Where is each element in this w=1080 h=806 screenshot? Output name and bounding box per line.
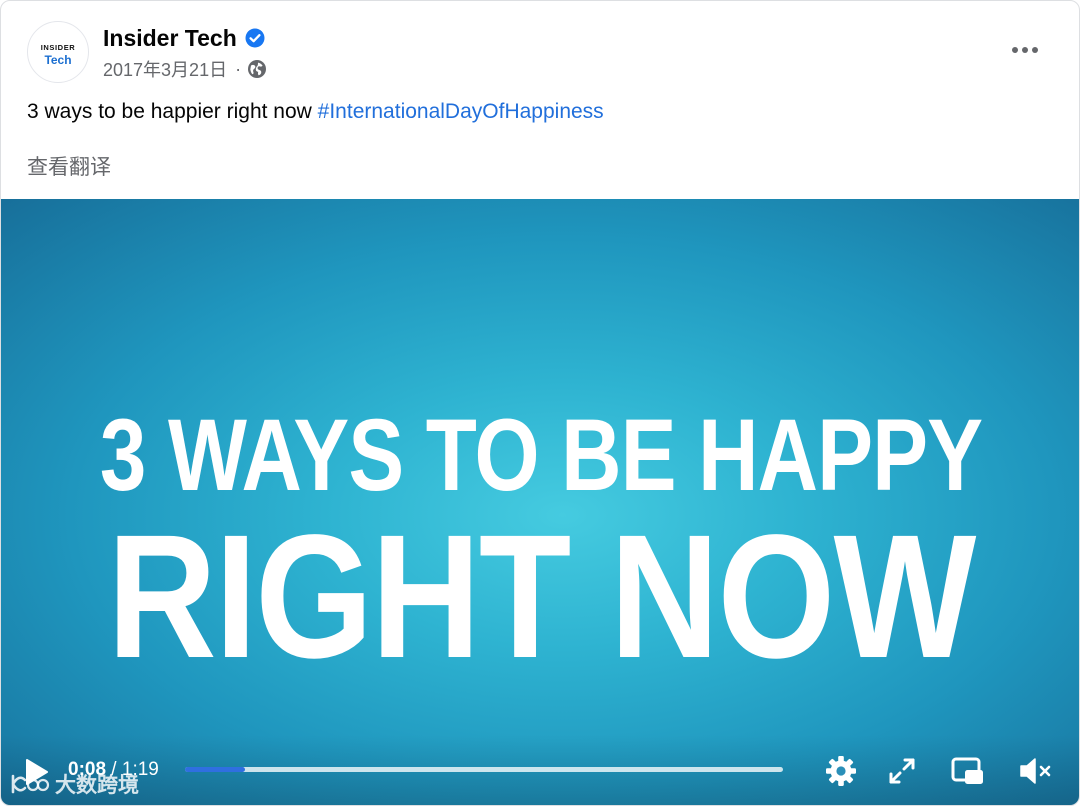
- post-meta: 2017年3月21日 ·: [103, 57, 267, 81]
- avatar[interactable]: INSIDER Tech: [27, 21, 89, 83]
- progress-fill: [185, 767, 245, 772]
- muted-speaker-icon[interactable]: [1017, 753, 1053, 789]
- current-time: 0:08: [68, 759, 107, 780]
- fullscreen-icon[interactable]: [884, 753, 920, 789]
- post-text-body: 3 ways to be happier right now: [27, 100, 318, 123]
- post-card: INSIDER Tech Insider Tech 2017年3月21日 · 3…: [0, 0, 1080, 806]
- progress-bar[interactable]: [185, 767, 783, 772]
- video-controls: 0:08 / 1:19: [1, 735, 1079, 805]
- avatar-brand-bottom: Tech: [44, 53, 72, 67]
- video-headline-line1: 3 WAYS TO BE HAPPY: [99, 398, 983, 512]
- hashtag-link[interactable]: #InternationalDayOfHappiness: [318, 100, 604, 123]
- gear-icon[interactable]: [823, 753, 859, 789]
- post-date-link[interactable]: 2017年3月21日: [103, 56, 227, 82]
- play-icon[interactable]: [21, 757, 51, 787]
- duration: 1:19: [121, 759, 159, 780]
- verified-badge-icon: [245, 28, 265, 48]
- globe-icon[interactable]: [247, 59, 267, 79]
- video-headline-line2: RIGHT NOW: [107, 499, 976, 695]
- page-name-link[interactable]: Insider Tech: [103, 25, 237, 52]
- more-options-button[interactable]: [1004, 35, 1046, 65]
- page-name-row: Insider Tech: [103, 24, 265, 52]
- more-options-icon: [1012, 47, 1038, 53]
- picture-in-picture-icon[interactable]: [950, 753, 986, 789]
- time-separator: /: [106, 759, 122, 780]
- meta-separator: ·: [235, 58, 242, 79]
- video-player[interactable]: 3 WAYS TO BE HAPPY RIGHT NOW 0:08 / 1:19: [1, 199, 1079, 805]
- post-text: 3 ways to be happier right now #Internat…: [27, 100, 604, 124]
- avatar-brand-top: INSIDER: [40, 43, 76, 52]
- video-time: 0:08 / 1:19: [68, 759, 159, 781]
- see-translation-link[interactable]: 查看翻译: [27, 151, 111, 181]
- post-header: INSIDER Tech Insider Tech 2017年3月21日 ·: [1, 1, 1079, 97]
